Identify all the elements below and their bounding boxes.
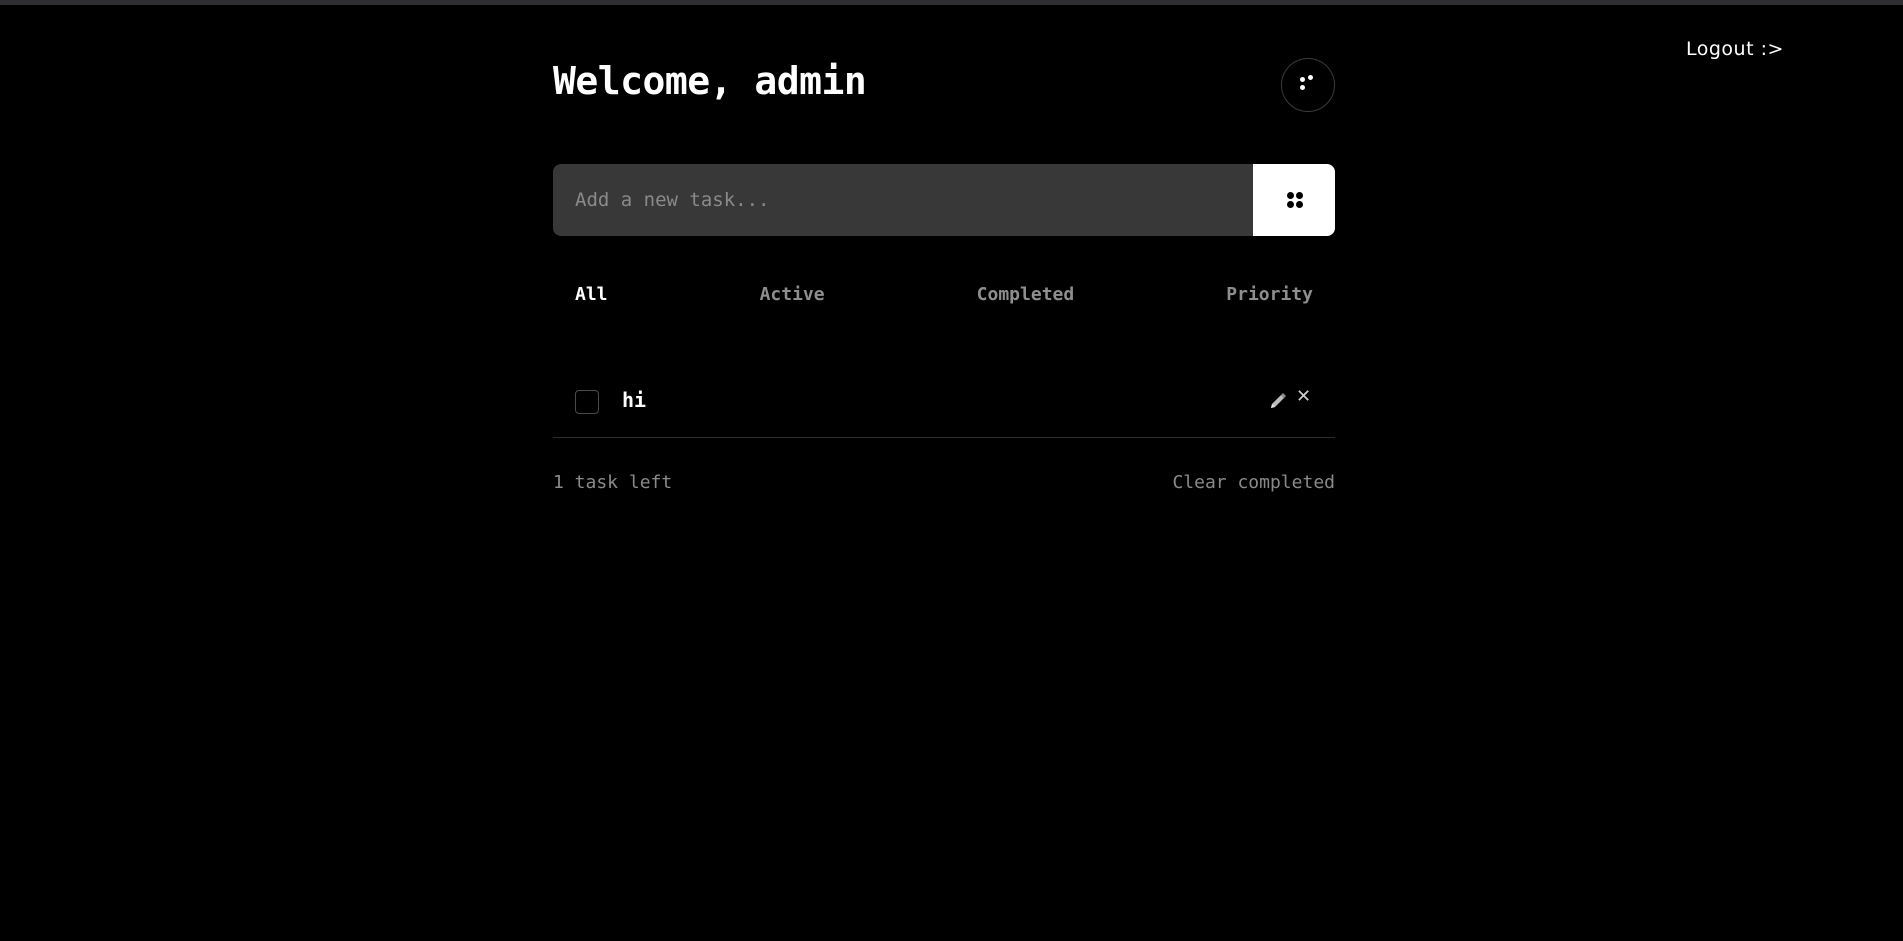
theme-toggle-button[interactable] <box>1281 58 1335 112</box>
task-text: hi <box>622 388 647 412</box>
close-icon: ✕ <box>1296 386 1312 407</box>
filter-tabs: All Active Completed Priority <box>553 280 1335 310</box>
clear-completed-button[interactable]: Clear completed <box>1172 472 1335 493</box>
todo-app: Welcome, admin All Active Completed Prio… <box>553 58 1335 493</box>
tasks-left-count: 1 task left <box>553 472 673 493</box>
task-checkbox[interactable] <box>575 390 599 414</box>
page-title: Welcome, admin <box>553 59 867 103</box>
task-item: hi ✕ <box>553 374 1335 438</box>
header: Welcome, admin <box>553 58 1335 114</box>
edit-task-button[interactable] <box>1267 390 1289 412</box>
pencil-icon <box>1271 393 1286 408</box>
dots-grid-icon-dot <box>1296 192 1303 199</box>
dots-grid-icon-dot <box>1287 201 1294 208</box>
browser-top-strip <box>0 0 1903 5</box>
logout-link[interactable]: Logout :> <box>1686 38 1784 60</box>
dots-icon <box>1300 77 1305 82</box>
delete-task-button[interactable]: ✕ <box>1296 388 1311 406</box>
dots-icon-dot <box>1300 85 1305 90</box>
tab-completed[interactable]: Completed <box>977 280 1075 310</box>
new-task-input[interactable] <box>553 164 1253 236</box>
add-task-button[interactable] <box>1253 164 1335 236</box>
dots-icon-dot <box>1308 75 1313 80</box>
tab-active[interactable]: Active <box>760 280 825 310</box>
footer: 1 task left Clear completed <box>553 472 1335 493</box>
dots-grid-icon <box>1287 192 1294 199</box>
tab-all[interactable]: All <box>575 280 608 310</box>
dots-grid-icon-dot <box>1296 201 1303 208</box>
tab-priority[interactable]: Priority <box>1226 280 1313 310</box>
add-task-form <box>553 164 1335 236</box>
